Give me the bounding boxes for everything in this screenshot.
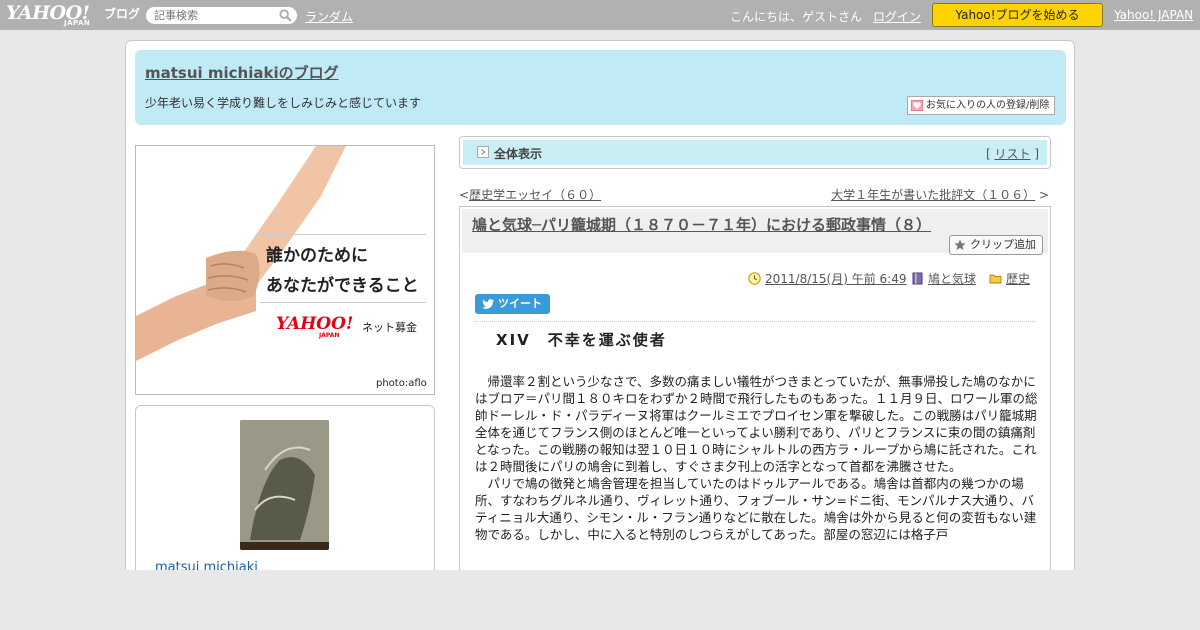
article-title-link[interactable]: 鳩と気球─パリ籠城期（１８７０－７１年）における郵政事情（８） — [472, 214, 931, 235]
next-article-link[interactable]: 大学１年生が書いた批評文（１０６） > — [831, 186, 1049, 203]
greeting-text: こんにちは、ゲストさん — [730, 10, 863, 24]
banner-rule-bottom — [260, 302, 426, 303]
blog-container: matsui michiakiのブログ 少年老い易く学成り難しをしみじみと感じて… — [125, 40, 1075, 586]
banner-yahoo-logo: YAHOO! — [276, 314, 354, 334]
view-all-label: 全体表示 — [494, 147, 543, 161]
yahoo-japan-link[interactable]: Yahoo! JAPAN — [1114, 8, 1193, 22]
star-icon — [954, 239, 966, 250]
article-header: 鳩と気球─パリ籠城期（１８７０－７１年）における郵政事情（８） クリップ追加 — [462, 209, 1048, 255]
view-mode-box: 全体表示 [ リスト ] — [459, 136, 1051, 169]
prev-article-link[interactable]: <歴史学エッセイ（６０） — [459, 186, 601, 203]
next-arrow: > — [1038, 188, 1049, 202]
favorite-register-label: お気に入りの人の登録/削除 — [926, 100, 1050, 111]
clip-add-label: クリップ追加 — [970, 238, 1036, 251]
prev-article-title[interactable]: 歴史学エッセイ（６０） — [469, 188, 601, 202]
top-bar: YAHOO! JAPAN ブログ ランダム こんにちは、ゲストさん ログイン Y… — [0, 0, 1200, 30]
banner-tagline: ネット募金 — [362, 321, 417, 334]
logo-blog-text: ブログ — [104, 7, 141, 21]
favorite-register-button[interactable]: お気に入りの人の登録/削除 — [907, 96, 1055, 115]
book-cover-illustration — [240, 420, 329, 550]
article-category-link[interactable]: 鳩と気球 — [928, 272, 976, 286]
banner-rule-top — [260, 234, 426, 235]
next-article-title[interactable]: 大学１年生が書いた批評文（１０６） — [831, 188, 1035, 202]
random-link[interactable]: ランダム — [305, 8, 353, 25]
list-view-toggle: [ リスト ] — [986, 145, 1039, 162]
banner-japan-text: JAPAN — [319, 332, 340, 339]
article-date-link[interactable]: 2011/8/15(月) 午前 6:49 — [765, 272, 906, 286]
article-date: 2011/8/15(月) 午前 6:49 — [748, 270, 906, 287]
banner-credit: photo:aflo — [376, 378, 427, 389]
blog-title-link[interactable]: matsui michiakiのブログ — [145, 62, 339, 83]
tweet-label: ツイート — [498, 297, 542, 310]
search-icon[interactable] — [279, 9, 292, 22]
start-blog-button[interactable]: Yahoo!ブログを始める — [932, 3, 1103, 27]
heart-icon — [911, 100, 923, 111]
login-link[interactable]: ログイン — [873, 8, 921, 25]
article-divider — [475, 321, 1035, 322]
article-paragraph: 帰還率２割という少なさで、多数の痛ましい犠牲がつきまとっていたが、無事帰投した鳩… — [475, 374, 1038, 474]
yahoo-blog-logo[interactable]: YAHOO! JAPAN ブログ — [6, 2, 140, 28]
article-folder-link[interactable]: 歴史 — [1006, 272, 1030, 286]
clip-add-button[interactable]: クリップ追加 — [949, 235, 1043, 255]
list-bracket-open: [ — [985, 147, 991, 161]
blog-description: 少年老い易く学成り難しをしみじみと感じています — [145, 96, 422, 110]
search-input[interactable] — [154, 8, 274, 23]
prev-arrow: < — [459, 188, 470, 202]
charity-banner[interactable]: 誰かのために あなたができること YAHOO! JAPAN ネット募金 phot… — [135, 145, 435, 395]
article-category: 鳩と気球 — [911, 270, 976, 287]
page-bottom-band — [0, 570, 1200, 630]
profile-image[interactable] — [240, 420, 329, 550]
list-view-link[interactable]: リスト — [994, 147, 1030, 161]
clock-icon — [748, 272, 761, 285]
article-body: 帰還率２割という少なさで、多数の痛ましい犠牲がつきまとっていたが、無事帰投した鳩… — [475, 373, 1038, 543]
list-bracket-close: ] — [1034, 147, 1039, 161]
section-heading: XIV 不幸を運ぶ使者 — [496, 331, 667, 349]
profile-box: matsui michiaki — [135, 405, 435, 585]
twitter-bird-icon — [482, 299, 494, 309]
tweet-button[interactable]: ツイート — [475, 294, 550, 314]
folder-icon — [989, 274, 1002, 284]
banner-line2: あなたができること — [266, 276, 419, 296]
view-mode-inner: 全体表示 [ リスト ] — [463, 140, 1047, 165]
search-box[interactable] — [146, 7, 297, 24]
article: 鳩と気球─パリ籠城期（１８７０－７１年）における郵政事情（８） クリップ追加 2… — [459, 206, 1051, 586]
article-folder: 歴史 — [989, 270, 1030, 287]
chevron-right-icon — [477, 146, 489, 158]
article-paragraph: パリで鳩の徴発と鳩舎管理を担当していたのはドゥルアールである。鳩舎は首都内の幾つ… — [475, 476, 1037, 542]
book-icon — [912, 272, 923, 285]
logo-japan-text: JAPAN — [64, 19, 91, 27]
blog-header: matsui michiakiのブログ 少年老い易く学成り難しをしみじみと感じて… — [135, 50, 1066, 125]
banner-line1: 誰かのために — [266, 246, 368, 266]
